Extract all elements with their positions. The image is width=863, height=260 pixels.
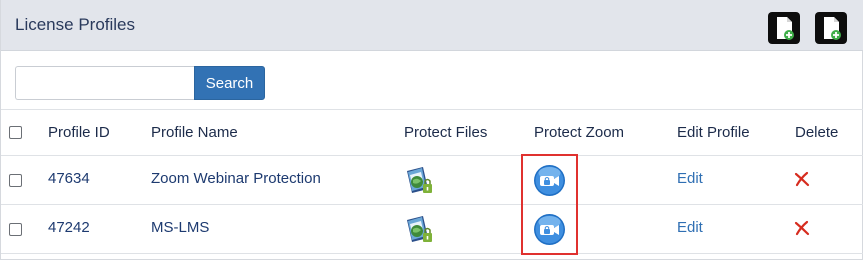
column-header-delete: Delete (795, 124, 839, 141)
delete-x-icon[interactable] (794, 220, 810, 236)
table-row: 47634 Zoom Webinar Protection Edit (1, 155, 863, 204)
profile-id: 47242 (48, 219, 90, 236)
edit-profile-link[interactable]: Edit (677, 219, 703, 236)
license-profiles-panel: License Profiles Search Profile ID Profi… (0, 0, 863, 260)
column-header-protect-zoom: Protect Zoom (534, 124, 625, 141)
row-checkbox[interactable] (9, 223, 22, 236)
table-header-row: Profile ID Profile Name Protect Files Pr… (1, 109, 863, 155)
delete-x-icon[interactable] (794, 171, 810, 187)
column-header-profile-name[interactable]: Profile Name (151, 124, 238, 141)
add-profile-button[interactable] (768, 12, 800, 44)
search-button[interactable]: Search (194, 66, 265, 100)
table-row: 47242 MS-LMS Edit (1, 204, 863, 254)
add-document-icon (777, 17, 794, 40)
edit-profile-link[interactable]: Edit (677, 170, 703, 187)
add-profile-alt-button[interactable] (815, 12, 847, 44)
profile-name: Zoom Webinar Protection (151, 170, 321, 187)
column-header-protect-files: Protect Files (404, 124, 488, 141)
column-header-edit-profile: Edit Profile (677, 124, 750, 141)
protect-files-icon[interactable] (404, 165, 434, 197)
protect-zoom-icon[interactable] (533, 213, 566, 246)
panel-header: License Profiles (1, 0, 863, 51)
protect-files-icon[interactable] (404, 214, 434, 246)
profile-name: MS-LMS (151, 219, 210, 236)
select-all-checkbox[interactable] (9, 126, 22, 139)
add-document-icon (824, 17, 841, 40)
search-bar: Search (1, 51, 863, 109)
column-header-profile-id[interactable]: Profile ID (48, 124, 110, 141)
row-checkbox[interactable] (9, 174, 22, 187)
protect-zoom-icon[interactable] (533, 164, 566, 197)
page-title: License Profiles (15, 15, 136, 34)
search-input[interactable] (15, 66, 195, 100)
profile-id: 47634 (48, 170, 90, 187)
